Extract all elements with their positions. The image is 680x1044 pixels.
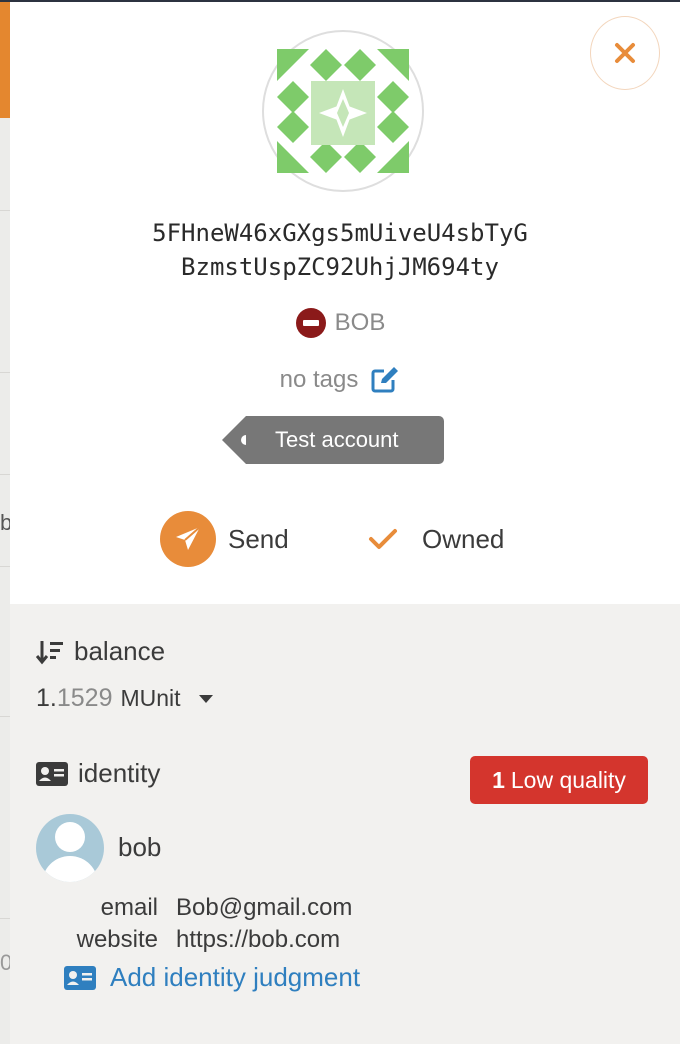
send-icon-circle [160, 511, 216, 567]
quality-label: Low quality [510, 766, 626, 793]
send-button[interactable]: Send [160, 510, 289, 568]
identity-section-label: identity [36, 758, 160, 789]
background-divider [0, 566, 10, 567]
background-divider [0, 918, 10, 919]
remove-circle-icon [295, 308, 326, 338]
identity-display-name: bob [118, 832, 162, 862]
caret-down-icon[interactable] [198, 694, 213, 703]
identity-label: identity [78, 758, 161, 788]
balance-section-label: balance [36, 636, 165, 667]
balance-label: balance [74, 636, 166, 666]
send-label: Send [228, 523, 289, 554]
address-line-1: 5FHneW46xGXgs5mUiveU4sbTyG [152, 219, 528, 247]
account-name: BOB [334, 309, 386, 336]
tag-label: Test account [246, 416, 444, 464]
balance-unit: MUnit [120, 685, 181, 711]
address-line-2: BzmstUspZC92UhjJM694ty [181, 253, 499, 281]
balance-value[interactable]: 1. 1529 MUnit [36, 684, 213, 713]
identity-quality-badge: 1 Low quality [470, 756, 648, 804]
identity-field-label-email: email [100, 894, 158, 921]
sort-amount-icon [36, 640, 63, 664]
sidebar-header: 5FHneW46xGXgs5mUiveU4sbTyG BzmstUspZC92U… [10, 2, 680, 604]
close-icon [615, 43, 635, 63]
close-button[interactable] [590, 16, 660, 90]
account-address[interactable]: 5FHneW46xGXgs5mUiveU4sbTyG BzmstUspZC92U… [10, 216, 670, 284]
check-icon [369, 529, 397, 549]
background-header-accent [0, 0, 10, 118]
identity-field-value-website: https://bob.com [176, 926, 341, 953]
background-divider [0, 372, 10, 373]
add-identity-judgment-link[interactable]: Add identity judgment [64, 962, 360, 993]
background-divider [0, 474, 10, 475]
identity-field-label-website: website [76, 926, 158, 953]
tags-row: no tags [10, 362, 670, 398]
quality-count: 1 [492, 766, 505, 793]
balance-integer: 1. [36, 684, 57, 712]
account-identicon[interactable] [262, 30, 424, 192]
identicon [277, 49, 409, 173]
owned-indicator: Owned [368, 510, 504, 568]
account-name-row: BOB [10, 306, 670, 340]
owned-label: Owned [422, 523, 505, 554]
identity-field-value-email: Bob@gmail.com [176, 894, 353, 921]
avatar-user-icon [36, 814, 104, 882]
account-sidebar: 5FHneW46xGXgs5mUiveU4sbTyG BzmstUspZC92U… [10, 2, 680, 1044]
tags-text: no tags [279, 366, 359, 393]
balance-fraction: 1529 [56, 684, 113, 712]
edit-icon[interactable] [370, 366, 400, 394]
background-divider [0, 716, 10, 717]
id-card-icon [36, 761, 68, 786]
id-card-icon [64, 965, 96, 990]
account-tag-badge: Test account [222, 416, 444, 464]
add-judgment-label: Add identity judgment [110, 962, 361, 992]
paper-plane-icon [176, 526, 201, 550]
background-divider [0, 210, 10, 211]
